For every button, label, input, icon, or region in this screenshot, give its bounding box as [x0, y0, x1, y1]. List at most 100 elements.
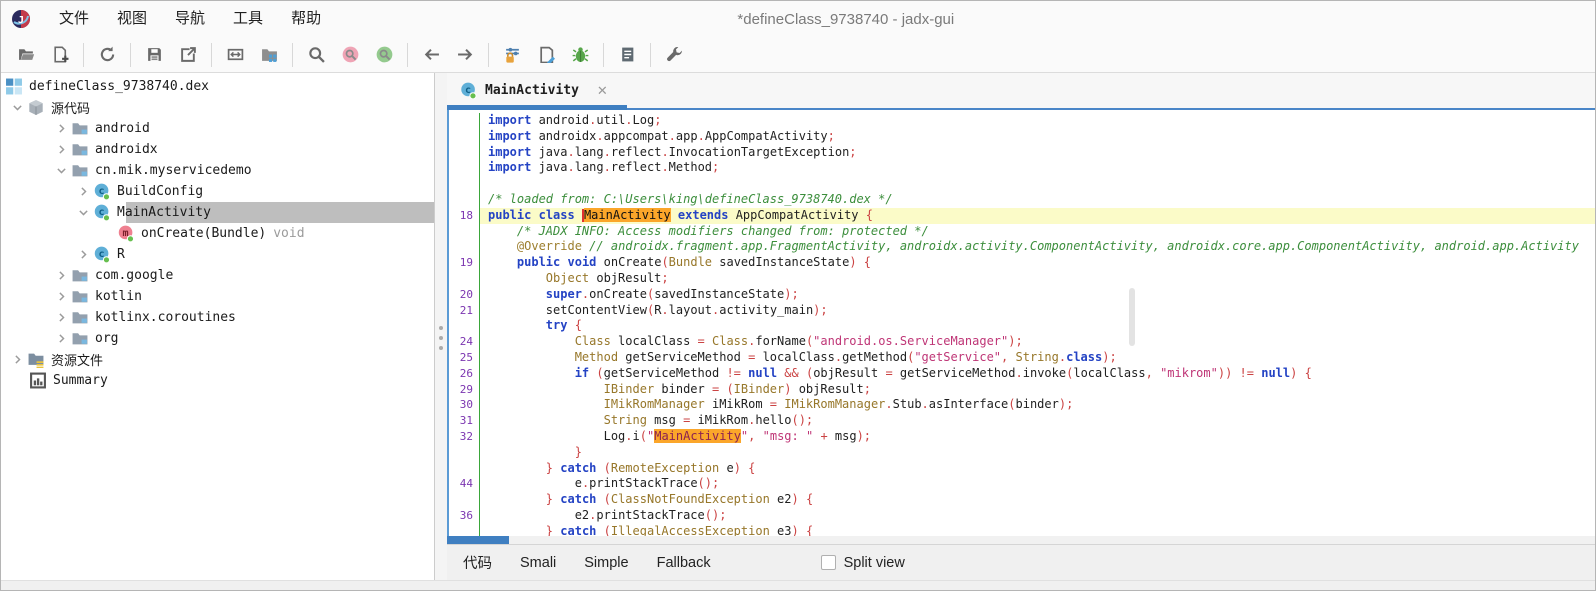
- tree-item-android[interactable]: android: [1, 118, 434, 139]
- code-line: @Override // androidx.fragment.app.Fragm…: [449, 239, 1595, 255]
- folder-icon: [71, 288, 89, 305]
- tree-item-resources[interactable]: 资源文件: [1, 349, 434, 370]
- view-menu[interactable]: 视图: [103, 1, 161, 37]
- code-line: import java.lang.reflect.Method;: [449, 160, 1595, 176]
- back-button[interactable]: [417, 41, 445, 68]
- chevron-right-icon[interactable]: [51, 332, 71, 346]
- tab-smali[interactable]: Smali: [520, 555, 556, 571]
- horizontal-scrollbar[interactable]: [447, 536, 1595, 544]
- chevron-right-icon[interactable]: [73, 185, 93, 199]
- window-title: *defineClass_9738740 - jadx-gui: [737, 11, 954, 28]
- code-line: 26 if (getServiceMethod != null && (objR…: [449, 366, 1595, 382]
- forward-button[interactable]: [451, 41, 479, 68]
- tree-item-oncreate[interactable]: monCreate(Bundle)void: [1, 223, 434, 244]
- folder-icon: [71, 330, 89, 347]
- main-content: defineClass_9738740.dex源代码 android android…: [1, 73, 1595, 580]
- line-number: [449, 492, 479, 508]
- code-line: } catch (ClassNotFoundException e2) {: [449, 492, 1595, 508]
- tree-item-com-google[interactable]: com.google: [1, 265, 434, 286]
- tree-item-dex-root[interactable]: defineClass_9738740.dex: [1, 76, 434, 97]
- add-files-button[interactable]: [46, 41, 74, 68]
- vertical-scrollbar-thumb[interactable]: [1129, 288, 1135, 346]
- tools-menu[interactable]: 工具: [219, 1, 277, 37]
- code-line: import android.util.Log;: [449, 113, 1595, 129]
- chevron-right-icon[interactable]: [51, 269, 71, 283]
- bug-icon: [572, 46, 589, 63]
- split-view-toggle[interactable]: Split view: [821, 555, 905, 571]
- deobfuscation-icon: [504, 46, 521, 63]
- tree-item-label: android: [95, 121, 150, 136]
- window-footer: [1, 580, 1595, 590]
- horizontal-scrollbar-thumb[interactable]: [447, 536, 509, 544]
- chevron-right-icon[interactable]: [51, 122, 71, 136]
- tab-fallback[interactable]: Fallback: [657, 555, 711, 571]
- toolbar-separator: [650, 43, 651, 67]
- search-icon: [308, 46, 325, 63]
- line-number: [449, 445, 479, 461]
- tree-item-source-code[interactable]: 源代码: [1, 97, 434, 118]
- arrow-left-icon: [423, 46, 440, 63]
- chevron-down-icon[interactable]: [51, 164, 71, 178]
- quark-button[interactable]: [532, 41, 560, 68]
- close-tab-icon[interactable]: ✕: [597, 83, 608, 99]
- code-line: } catch (RemoteException e) {: [449, 461, 1595, 477]
- chevron-down-icon[interactable]: [73, 206, 93, 220]
- save-all-button[interactable]: [140, 41, 168, 68]
- tree-item-cn-mik-myservicedemo[interactable]: cn.mik.myservicedemo: [1, 160, 434, 181]
- chevron-right-icon[interactable]: [51, 311, 71, 325]
- file-menu[interactable]: 文件: [45, 1, 103, 37]
- tree-item-label: androidx: [95, 142, 158, 157]
- tab-simple[interactable]: Simple: [584, 555, 628, 571]
- menu-bar: J 文件视图导航工具帮助 *defineClass_9738740 - jadx…: [1, 1, 1595, 37]
- tree-item-kotlin[interactable]: kotlin: [1, 286, 434, 307]
- chevron-right-icon[interactable]: [51, 143, 71, 157]
- line-number: 21: [449, 303, 479, 319]
- code-line: 25 Method getServiceMethod = localClass.…: [449, 350, 1595, 366]
- chevron-down-icon[interactable]: [7, 101, 27, 115]
- help-menu[interactable]: 帮助: [277, 1, 335, 37]
- code-line: 31 String msg = iMikRom.hello();: [449, 413, 1595, 429]
- line-number: [449, 192, 479, 208]
- search-text-button[interactable]: [336, 41, 364, 68]
- log-viewer-button[interactable]: [613, 41, 641, 68]
- tree-item-org[interactable]: org: [1, 328, 434, 349]
- open-file-button[interactable]: [12, 41, 40, 68]
- tree-item-kotlinx-coroutines[interactable]: kotlinx.coroutines: [1, 307, 434, 328]
- line-number: 32: [449, 429, 479, 445]
- search-button[interactable]: [302, 41, 330, 68]
- tree-item-buildconfig[interactable]: cBuildConfig: [1, 181, 434, 202]
- tree-item-summary[interactable]: Summary: [1, 370, 434, 391]
- tree-item-mainactivity[interactable]: cMainActivity: [1, 202, 434, 223]
- line-number: 20: [449, 287, 479, 303]
- debug-button[interactable]: [566, 41, 594, 68]
- sync-with-editor-button[interactable]: [221, 41, 249, 68]
- tree-item-label: MainActivity: [117, 205, 211, 220]
- tab-mainactivity[interactable]: c MainActivity ✕: [447, 73, 622, 108]
- code-line: try {: [449, 318, 1595, 334]
- search-class-button[interactable]: [370, 41, 398, 68]
- chevron-right-icon[interactable]: [7, 353, 27, 367]
- reload-button[interactable]: [93, 41, 121, 68]
- export-button[interactable]: [174, 41, 202, 68]
- deobfuscation-button[interactable]: [498, 41, 526, 68]
- flat-packages-button[interactable]: [255, 41, 283, 68]
- dex-file-icon: [5, 78, 23, 95]
- preferences-button[interactable]: [660, 41, 688, 68]
- tree-item-androidx[interactable]: androidx: [1, 139, 434, 160]
- arrow-right-icon: [457, 46, 474, 63]
- line-number: [449, 176, 479, 192]
- split-view-checkbox[interactable]: [821, 555, 836, 570]
- line-number: [449, 318, 479, 334]
- tree-item-label: com.google: [95, 268, 173, 283]
- code-editor[interactable]: import android.util.Log;import androidx.…: [447, 110, 1595, 536]
- chevron-right-icon[interactable]: [73, 248, 93, 262]
- toolbar-separator: [292, 43, 293, 67]
- chevron-right-icon[interactable]: [51, 290, 71, 304]
- search-class-icon: [376, 46, 393, 63]
- navigation-menu[interactable]: 导航: [161, 1, 219, 37]
- panel-splitter[interactable]: [435, 73, 447, 580]
- tab-code[interactable]: 代码: [463, 552, 492, 573]
- code-line: /* loaded from: C:\Users\king\defineClas…: [449, 192, 1595, 208]
- open-folder-icon: [18, 46, 35, 63]
- tree-item-r-class[interactable]: cR: [1, 244, 434, 265]
